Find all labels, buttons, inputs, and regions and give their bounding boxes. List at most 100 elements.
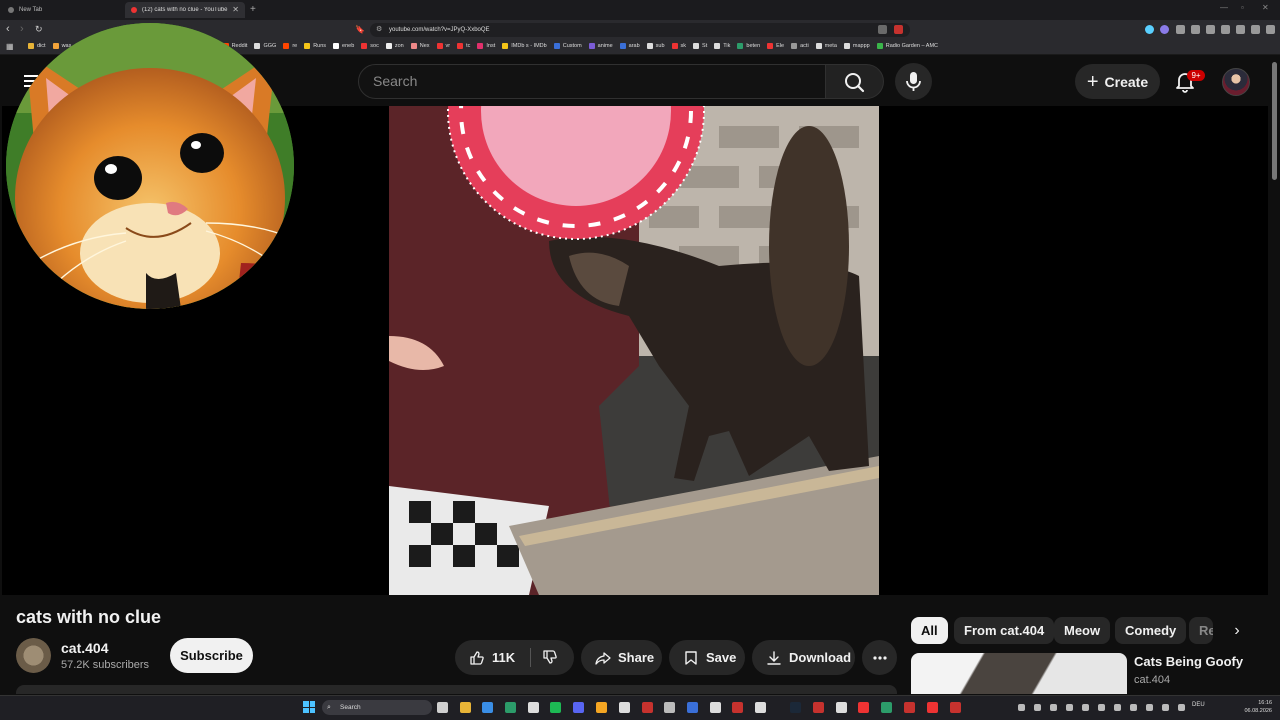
back-icon[interactable]: ‹ (6, 23, 10, 36)
apps-grid-icon[interactable]: ▦ (6, 42, 14, 51)
taskbar-app-icon[interactable] (813, 702, 824, 713)
bookmark-item[interactable]: soc (361, 43, 379, 49)
chip-comedy[interactable]: Comedy (1115, 617, 1187, 644)
taskbar-app-icon[interactable] (642, 702, 653, 713)
extension-icon[interactable] (1176, 25, 1185, 34)
create-button[interactable]: + Create (1075, 64, 1160, 99)
taskbar-app-icon[interactable] (710, 702, 721, 713)
bookmark-item[interactable]: GGG (254, 43, 276, 49)
bookmark-item[interactable]: dict (28, 43, 46, 49)
tab-close-icon[interactable]: ✕ (232, 5, 239, 14)
brave-shield-icon[interactable] (878, 25, 887, 34)
chip-all[interactable]: All (911, 617, 948, 644)
bookmark-item[interactable]: Ele (767, 43, 784, 49)
wallet-icon[interactable] (1221, 25, 1230, 34)
forward-icon[interactable]: › (20, 23, 24, 36)
tray-language[interactable]: DEU (1192, 702, 1205, 708)
recommended-title[interactable]: Cats Being Goofy (1134, 654, 1243, 669)
bookmark-item[interactable]: vr (436, 43, 450, 49)
taskbar-app-icon[interactable] (596, 702, 607, 713)
channel-avatar[interactable] (16, 638, 51, 673)
search-input[interactable]: Search (358, 64, 826, 99)
taskbar-app-icon[interactable] (482, 702, 493, 713)
tray-icon[interactable] (1018, 704, 1025, 711)
taskbar-app-icon[interactable] (619, 702, 630, 713)
share-button[interactable]: Share (581, 640, 662, 675)
address-bar[interactable]: ⚙ youtube.com/watch?v=JPyQ-XxboQE (370, 23, 910, 37)
description-box[interactable] (16, 685, 897, 694)
taskbar-app-icon[interactable] (836, 702, 847, 713)
extension-icon[interactable] (1145, 25, 1154, 34)
shield-icon[interactable] (1251, 25, 1260, 34)
minimize-icon[interactable]: — (1220, 3, 1228, 12)
window-close-icon[interactable]: ✕ (1262, 3, 1269, 12)
tray-icon[interactable] (1114, 704, 1121, 711)
taskbar-search-input[interactable]: ⌕ Search (322, 700, 432, 715)
chip-from-channel[interactable]: From cat.404 (954, 617, 1055, 644)
taskbar-app-icon[interactable] (664, 702, 675, 713)
tray-icon[interactable] (1082, 704, 1089, 711)
brave-rewards-icon[interactable] (894, 25, 903, 34)
bookmark-item[interactable]: meta (815, 43, 837, 49)
dislike-button[interactable] (542, 649, 558, 670)
video-frame[interactable] (389, 106, 879, 595)
more-actions-button[interactable] (862, 640, 897, 675)
extension-icon[interactable] (1160, 25, 1169, 34)
maximize-icon[interactable]: ▫ (1241, 3, 1244, 12)
windows-start-icon[interactable] (303, 701, 315, 713)
bookmark-item[interactable]: Custom (553, 43, 582, 49)
tray-icon[interactable] (1066, 704, 1073, 711)
tray-icon[interactable] (1034, 704, 1041, 711)
download-button[interactable]: Download (752, 640, 855, 675)
tab-youtube-video[interactable]: (12) cats with no clue - YouTube ✕ (125, 2, 245, 18)
bookmark-item[interactable]: Tik (714, 43, 730, 49)
bookmark-item[interactable]: St (693, 43, 707, 49)
bookmark-item[interactable]: beten (737, 43, 760, 49)
chip-truncated[interactable]: Re (1189, 617, 1213, 644)
bookmark-item[interactable]: Radio Garden – AMC (876, 43, 938, 49)
recommended-thumbnail[interactable] (911, 653, 1127, 694)
taskbar-app-icon[interactable] (881, 702, 892, 713)
voice-search-button[interactable] (895, 63, 932, 100)
taskbar-app-icon[interactable] (790, 702, 801, 713)
channel-name[interactable]: cat.404 (61, 640, 108, 656)
taskbar-app-icon[interactable] (687, 702, 698, 713)
bookmark-item[interactable]: eneb (333, 43, 354, 49)
menu-icon[interactable] (1266, 25, 1275, 34)
taskbar-app-icon[interactable] (528, 702, 539, 713)
taskbar-app-icon[interactable] (927, 702, 938, 713)
bookmark-item[interactable]: anime (588, 43, 613, 49)
new-tab-button[interactable]: + (250, 4, 256, 15)
bookmark-item[interactable]: mappp (843, 43, 870, 49)
bookmark-item[interactable]: acti (791, 43, 809, 49)
bookmark-item[interactable]: zon (385, 43, 404, 49)
subscribe-button[interactable]: Subscribe (170, 638, 253, 673)
taskbar-app-icon[interactable] (755, 702, 766, 713)
extension-icon[interactable] (1191, 25, 1200, 34)
bookmark-item[interactable]: IMDb s - IMDb (502, 43, 547, 49)
tray-icon[interactable] (1162, 704, 1169, 711)
account-avatar[interactable] (1222, 68, 1250, 96)
bookmark-item[interactable]: arab (619, 43, 640, 49)
recommended-channel[interactable]: cat.404 (1134, 674, 1170, 686)
vpn-icon[interactable] (1236, 25, 1245, 34)
taskbar-app-icon[interactable] (505, 702, 516, 713)
site-info-icon[interactable]: ⚙ (376, 23, 382, 37)
bookmark-item[interactable]: Inst (477, 43, 495, 49)
bookmark-item[interactable]: Nex (410, 43, 430, 49)
tab-new-tab[interactable]: New Tab (2, 2, 120, 18)
tray-icon[interactable] (1098, 704, 1105, 711)
chip-meow[interactable]: Meow (1054, 617, 1111, 644)
taskbar-app-icon[interactable] (904, 702, 915, 713)
taskbar-app-icon[interactable] (732, 702, 743, 713)
tray-icon[interactable] (1146, 704, 1153, 711)
taskbar-app-icon[interactable] (573, 702, 584, 713)
taskbar-clock[interactable]: 16:16 06.08.2026 (1236, 699, 1272, 715)
taskbar-app-icon[interactable] (437, 702, 448, 713)
page-scrollbar-thumb[interactable] (1272, 62, 1277, 180)
taskbar-app-icon[interactable] (460, 702, 471, 713)
bookmark-page-icon[interactable]: 🔖 (355, 23, 365, 36)
sidebar-icon[interactable] (1206, 25, 1215, 34)
tray-icon[interactable] (1178, 704, 1185, 711)
chevron-right-icon[interactable]: › (1225, 617, 1249, 644)
